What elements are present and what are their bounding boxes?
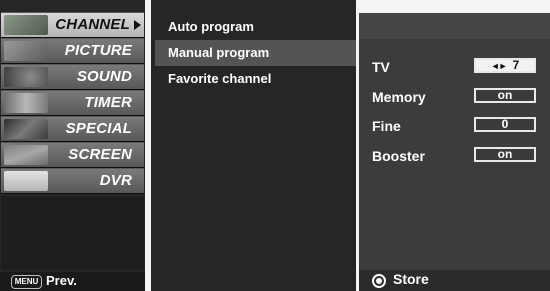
category-menu-spacer (1, 196, 144, 270)
tv-channel-value: 7 (512, 58, 520, 72)
category-menu: CHANNEL PICTURE SOUND TIMER SPECIAL SCRE… (0, 0, 145, 291)
store-label: Store (393, 271, 429, 287)
category-channel[interactable]: CHANNEL (1, 12, 144, 38)
category-list: CHANNEL PICTURE SOUND TIMER SPECIAL SCRE… (1, 12, 144, 194)
screen-thumbnail-icon (4, 145, 48, 165)
category-label: CHANNEL (55, 16, 130, 33)
arrow-right-icon (134, 20, 141, 30)
category-label: TIMER (84, 94, 132, 111)
record-circle-icon (372, 274, 386, 288)
settings-header (359, 13, 550, 39)
setting-label: Booster (372, 148, 425, 164)
submenu-item-favorite-channel[interactable]: Favorite channel (155, 66, 356, 92)
tv-osd-screen: CHANNEL PICTURE SOUND TIMER SPECIAL SCRE… (0, 0, 550, 291)
category-special[interactable]: SPECIAL (1, 116, 144, 142)
left-right-arrows-icon: ◄► (490, 61, 508, 71)
store-button[interactable]: Store (359, 270, 550, 291)
setting-label: Fine (372, 118, 401, 134)
setting-label: TV (372, 59, 390, 75)
category-label: SPECIAL (65, 120, 132, 137)
special-thumbnail-icon (4, 119, 48, 139)
picture-thumbnail-icon (4, 41, 48, 61)
category-timer[interactable]: TIMER (1, 90, 144, 116)
category-label: SCREEN (68, 146, 132, 163)
timer-thumbnail-icon (4, 93, 48, 113)
manual-program-settings: TV ◄► 7 Memory on Fine 0 Booster on Store (359, 13, 550, 291)
menu-key-icon: MENU (11, 275, 42, 289)
setting-row-tv: TV ◄► 7 (359, 55, 550, 79)
submenu-item-manual-program[interactable]: Manual program (155, 40, 356, 66)
memory-value[interactable]: on (474, 88, 536, 103)
tv-channel-selector[interactable]: ◄► 7 (474, 58, 536, 73)
prev-label: Prev. (46, 273, 77, 288)
dvr-thumbnail-icon (4, 171, 48, 191)
prev-navigation[interactable]: MENU Prev. (0, 272, 145, 291)
category-sound[interactable]: SOUND (1, 64, 144, 90)
setting-row-booster: Booster on (359, 144, 550, 168)
channel-submenu: Auto program Manual program Favorite cha… (151, 0, 356, 291)
booster-value[interactable]: on (474, 147, 536, 162)
category-label: SOUND (76, 68, 132, 85)
category-label: PICTURE (64, 42, 132, 59)
channel-thumbnail-icon (4, 15, 48, 35)
submenu-list: Auto program Manual program Favorite cha… (155, 14, 356, 92)
sound-thumbnail-icon (4, 67, 48, 87)
category-picture[interactable]: PICTURE (1, 38, 144, 64)
fine-tune-value[interactable]: 0 (474, 117, 536, 132)
category-label: DVR (99, 172, 132, 189)
submenu-item-auto-program[interactable]: Auto program (155, 14, 356, 40)
category-screen[interactable]: SCREEN (1, 142, 144, 168)
category-dvr[interactable]: DVR (1, 168, 144, 194)
setting-row-fine: Fine 0 (359, 114, 550, 138)
setting-label: Memory (372, 89, 426, 105)
setting-row-memory: Memory on (359, 85, 550, 109)
